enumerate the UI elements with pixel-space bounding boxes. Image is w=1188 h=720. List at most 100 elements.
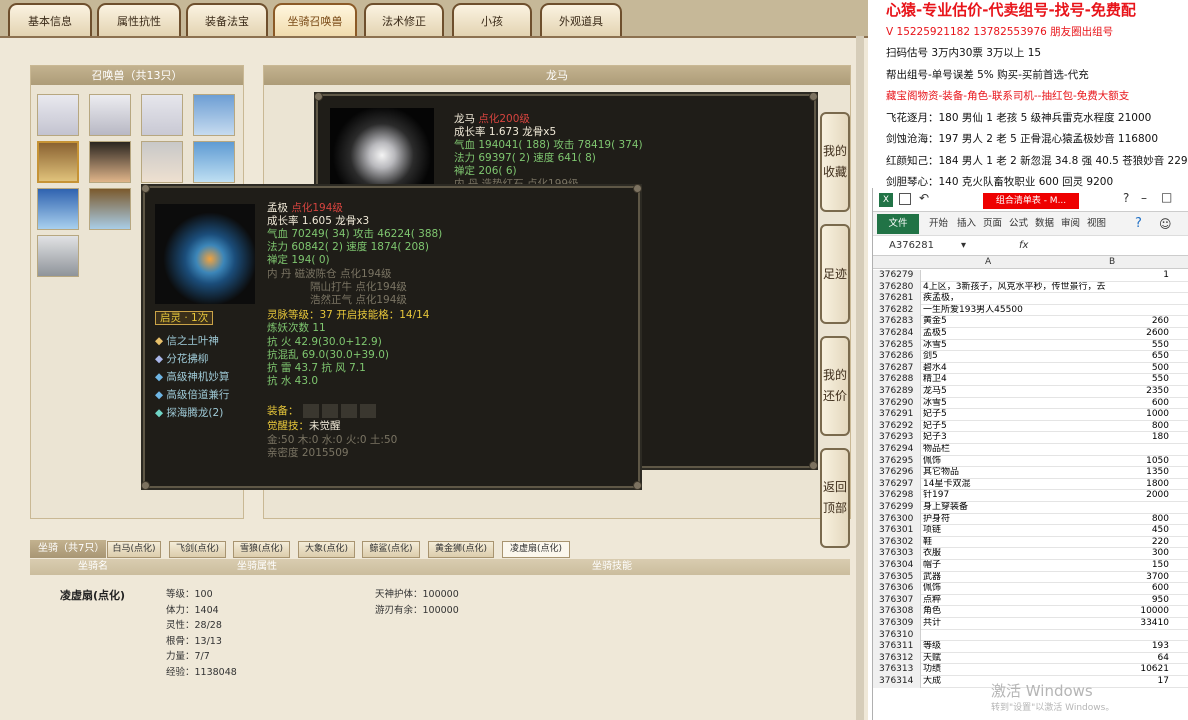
mount-tab[interactable]: 黄金狮(点化) [428, 541, 494, 558]
cell-a[interactable]: 龙马5 [923, 386, 1107, 398]
cell-a[interactable]: 角色 [923, 606, 1107, 618]
tab-appearance[interactable]: 外观道具 [540, 3, 622, 36]
cell-b[interactable]: 650 [1109, 351, 1169, 363]
row-number[interactable]: 376299 [873, 502, 921, 514]
game-scrollbar[interactable] [856, 36, 864, 720]
pet-avatar[interactable] [37, 94, 79, 136]
cell-b[interactable]: 300 [1109, 548, 1169, 560]
cell-b[interactable]: 800 [1109, 421, 1169, 433]
share-icon[interactable]: ☺ [1159, 212, 1172, 236]
pet-avatar[interactable] [37, 235, 79, 277]
cell-b[interactable]: 64 [1109, 653, 1169, 665]
row-number[interactable]: 376308 [873, 606, 921, 618]
tab-spells[interactable]: 法术修正 [364, 3, 444, 36]
pet-avatar[interactable] [37, 188, 79, 230]
cell-a[interactable]: 妃子5 [923, 409, 1107, 421]
cell-b[interactable]: 600 [1109, 398, 1169, 410]
equip-slot[interactable] [303, 404, 319, 418]
dropdown-arrow-icon[interactable]: ▾ [961, 236, 966, 256]
cell-a[interactable]: 天赋 [923, 653, 1107, 665]
cell-a[interactable]: 项链 [923, 525, 1107, 537]
tab-basic-info[interactable]: 基本信息 [8, 3, 92, 36]
cell-b[interactable]: 1000 [1109, 409, 1169, 421]
row-number[interactable]: 376298 [873, 490, 921, 502]
cell-a[interactable]: 碧水4 [923, 363, 1107, 375]
row-number[interactable]: 376307 [873, 594, 921, 607]
cell-a[interactable]: 点粹 [923, 595, 1107, 607]
cell-b[interactable]: 450 [1109, 525, 1169, 537]
cell-a[interactable]: 帽子 [923, 560, 1107, 572]
cell-b[interactable]: 2600 [1109, 328, 1169, 340]
pet-avatar[interactable] [37, 141, 79, 183]
maximize-icon[interactable]: □ [1161, 190, 1172, 204]
cell-b[interactable]: 150 [1109, 560, 1169, 572]
cell-b[interactable]: 2000 [1109, 490, 1169, 502]
equip-slot[interactable] [341, 404, 357, 418]
ribbon-tab[interactable]: 页面 [983, 212, 1002, 236]
row-number[interactable]: 376289 [873, 386, 921, 398]
cell-a[interactable]: 佩饰 [923, 456, 1107, 468]
name-box[interactable]: A376281 [889, 236, 934, 256]
mount-tab[interactable]: 雪狼(点化) [233, 541, 290, 558]
column-header[interactable]: B [1109, 256, 1115, 269]
cell-a[interactable]: 孟极5 [923, 328, 1107, 340]
cell-a[interactable]: 共计 [923, 618, 1107, 630]
row-number[interactable]: 376293 [873, 432, 921, 444]
row-number[interactable]: 376295 [873, 455, 921, 468]
equip-slot[interactable] [322, 404, 338, 418]
row-number[interactable]: 376291 [873, 409, 921, 421]
cell-a[interactable]: 黄金5 [923, 316, 1107, 328]
cell-a[interactable]: 衣服 [923, 548, 1107, 560]
row-number[interactable]: 376302 [873, 536, 921, 549]
pet-avatar[interactable] [193, 141, 235, 183]
cell-a[interactable]: 功绩 [923, 664, 1107, 676]
cell-b[interactable]: 800 [1109, 514, 1169, 526]
row-number[interactable]: 376286 [873, 351, 921, 363]
cell-a[interactable]: 身上穿装备 [923, 502, 1107, 514]
row-number[interactable]: 376303 [873, 548, 921, 560]
column-header[interactable]: A [985, 256, 991, 269]
mount-tab[interactable]: 鲸鲨(点化) [362, 541, 420, 558]
footprint-button[interactable]: 足迹 [820, 224, 850, 324]
equip-slot[interactable] [360, 404, 376, 418]
cell-b[interactable]: 550 [1109, 340, 1169, 352]
ribbon-tab[interactable]: 视图 [1087, 212, 1106, 236]
cell-a[interactable]: 护身符 [923, 514, 1107, 526]
cell-b[interactable]: 17 [1109, 676, 1169, 688]
cell-a[interactable]: 鞋 [923, 537, 1107, 549]
ribbon-tab[interactable]: 审阅 [1061, 212, 1080, 236]
cell-a[interactable]: 物品栏 [923, 444, 1107, 456]
cell-b[interactable]: 1800 [1109, 479, 1169, 491]
ribbon-tab[interactable]: 插入 [957, 212, 976, 236]
cell-a[interactable]: 精卫4 [923, 374, 1107, 386]
row-number[interactable]: 376309 [873, 618, 921, 630]
cell-a[interactable]: 妃子5 [923, 421, 1107, 433]
ribbon-tab[interactable]: 公式 [1009, 212, 1028, 236]
cell-a[interactable]: 冰雪5 [923, 340, 1107, 352]
row-number[interactable]: 376288 [873, 374, 921, 386]
cell-b[interactable]: 550 [1109, 374, 1169, 386]
row-number[interactable]: 376313 [873, 664, 921, 676]
row-number[interactable]: 376305 [873, 571, 921, 584]
row-number[interactable]: 376282 [873, 304, 921, 317]
row-number[interactable]: 376281 [873, 293, 921, 305]
pet-avatar[interactable] [141, 141, 183, 183]
row-number[interactable]: 376314 [873, 676, 921, 688]
cell-b[interactable]: 10000 [1109, 606, 1169, 618]
cell-b[interactable]: 1050 [1109, 456, 1169, 468]
pet-avatar[interactable] [193, 94, 235, 136]
pet-avatar[interactable] [141, 94, 183, 136]
cell-b[interactable]: 500 [1109, 363, 1169, 375]
my-favorites-button[interactable]: 我的收藏 [820, 112, 850, 212]
mount-tab[interactable]: 白马(点化) [107, 541, 161, 558]
row-number[interactable]: 376310 [873, 629, 921, 642]
row-number[interactable]: 376285 [873, 339, 921, 352]
back-to-top-button[interactable]: 返回顶部 [820, 448, 850, 548]
mount-tab[interactable]: 大象(点化) [298, 541, 355, 558]
row-number[interactable]: 376304 [873, 560, 921, 572]
row-number[interactable]: 376284 [873, 328, 921, 340]
cell-b[interactable]: 3700 [1109, 572, 1169, 584]
row-number[interactable]: 376306 [873, 583, 921, 595]
tab-mounts-pets[interactable]: 坐骑召唤兽 [273, 3, 357, 36]
row-number[interactable]: 376294 [873, 444, 921, 456]
